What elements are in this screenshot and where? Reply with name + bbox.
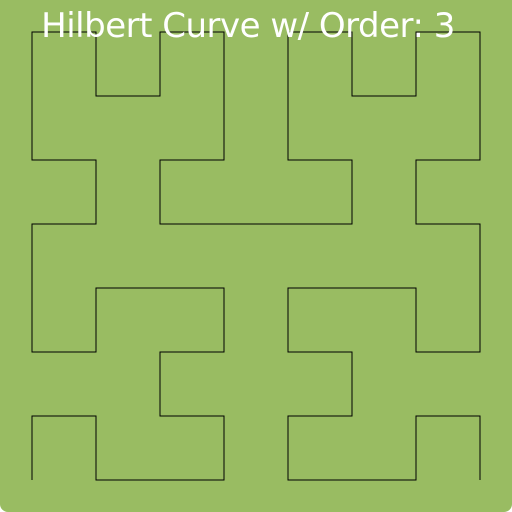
hilbert-curve-svg xyxy=(0,0,512,512)
page-title: Hilbert Curve w/ Order: 3 xyxy=(41,6,455,46)
hilbert-canvas: Hilbert Curve w/ Order: 3 xyxy=(0,0,512,512)
canvas-background xyxy=(0,0,512,512)
